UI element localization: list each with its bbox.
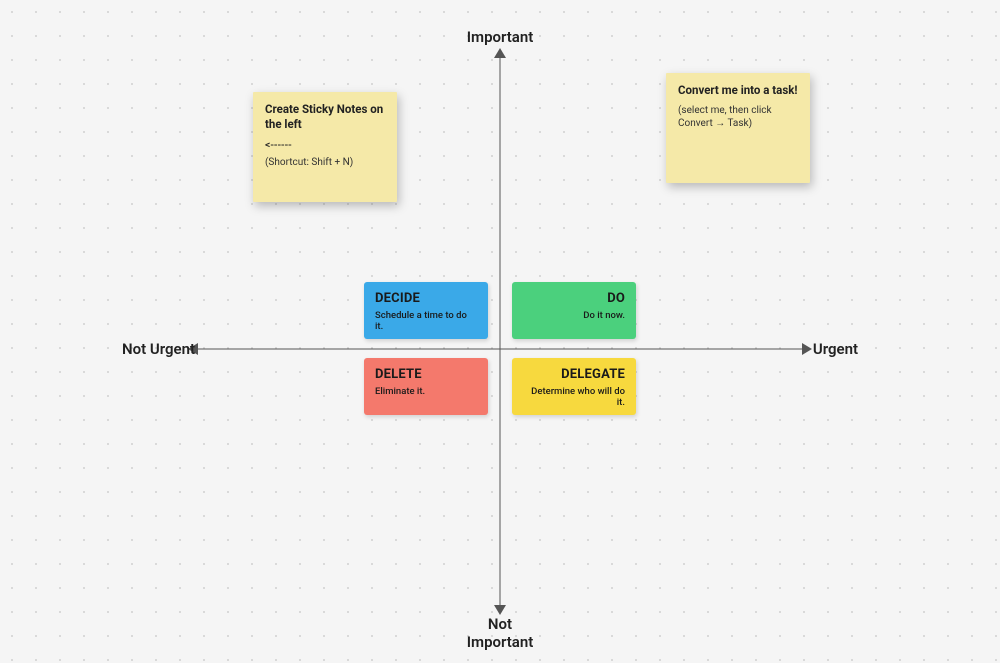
sticky-title: Create Sticky Notes on the left [265, 102, 385, 132]
quadrant-card-decide[interactable]: DECIDE Schedule a time to do it. [364, 282, 488, 339]
quadrant-card-do[interactable]: DO Do it now. [512, 282, 636, 339]
quadrant-subtitle: Determine who will do it. [523, 386, 625, 409]
sticky-note-create[interactable]: Create Sticky Notes on the left <------ … [253, 92, 397, 202]
sticky-title: Convert me into a task! [678, 83, 798, 98]
sticky-subtext: (select me, then click Convert → Task) [678, 104, 798, 131]
axis-label-urgent: Urgent [813, 340, 858, 358]
axis-label-not-important: Not Important [467, 615, 534, 651]
quadrant-card-delegate[interactable]: DELEGATE Determine who will do it. [512, 358, 636, 415]
quadrant-title: DO [523, 291, 625, 306]
quadrant-title: DELETE [375, 367, 477, 382]
vertical-axis [500, 55, 501, 608]
quadrant-subtitle: Do it now. [523, 310, 625, 321]
sticky-subtext: (Shortcut: Shift + N) [265, 156, 385, 170]
arrow-down-icon [494, 605, 506, 615]
arrow-up-icon [494, 48, 506, 58]
axis-label-important: Important [467, 28, 534, 46]
quadrant-title: DELEGATE [523, 367, 625, 382]
quadrant-subtitle: Eliminate it. [375, 386, 477, 397]
quadrant-card-delete[interactable]: DELETE Eliminate it. [364, 358, 488, 415]
quadrant-subtitle: Schedule a time to do it. [375, 310, 477, 333]
axis-label-not-urgent: Not Urgent [115, 340, 195, 358]
sticky-arrow-text: <------ [265, 138, 385, 152]
sticky-note-convert[interactable]: Convert me into a task! (select me, then… [666, 73, 810, 183]
quadrant-title: DECIDE [375, 291, 477, 306]
arrow-right-icon [802, 343, 812, 355]
horizontal-axis [195, 349, 805, 350]
